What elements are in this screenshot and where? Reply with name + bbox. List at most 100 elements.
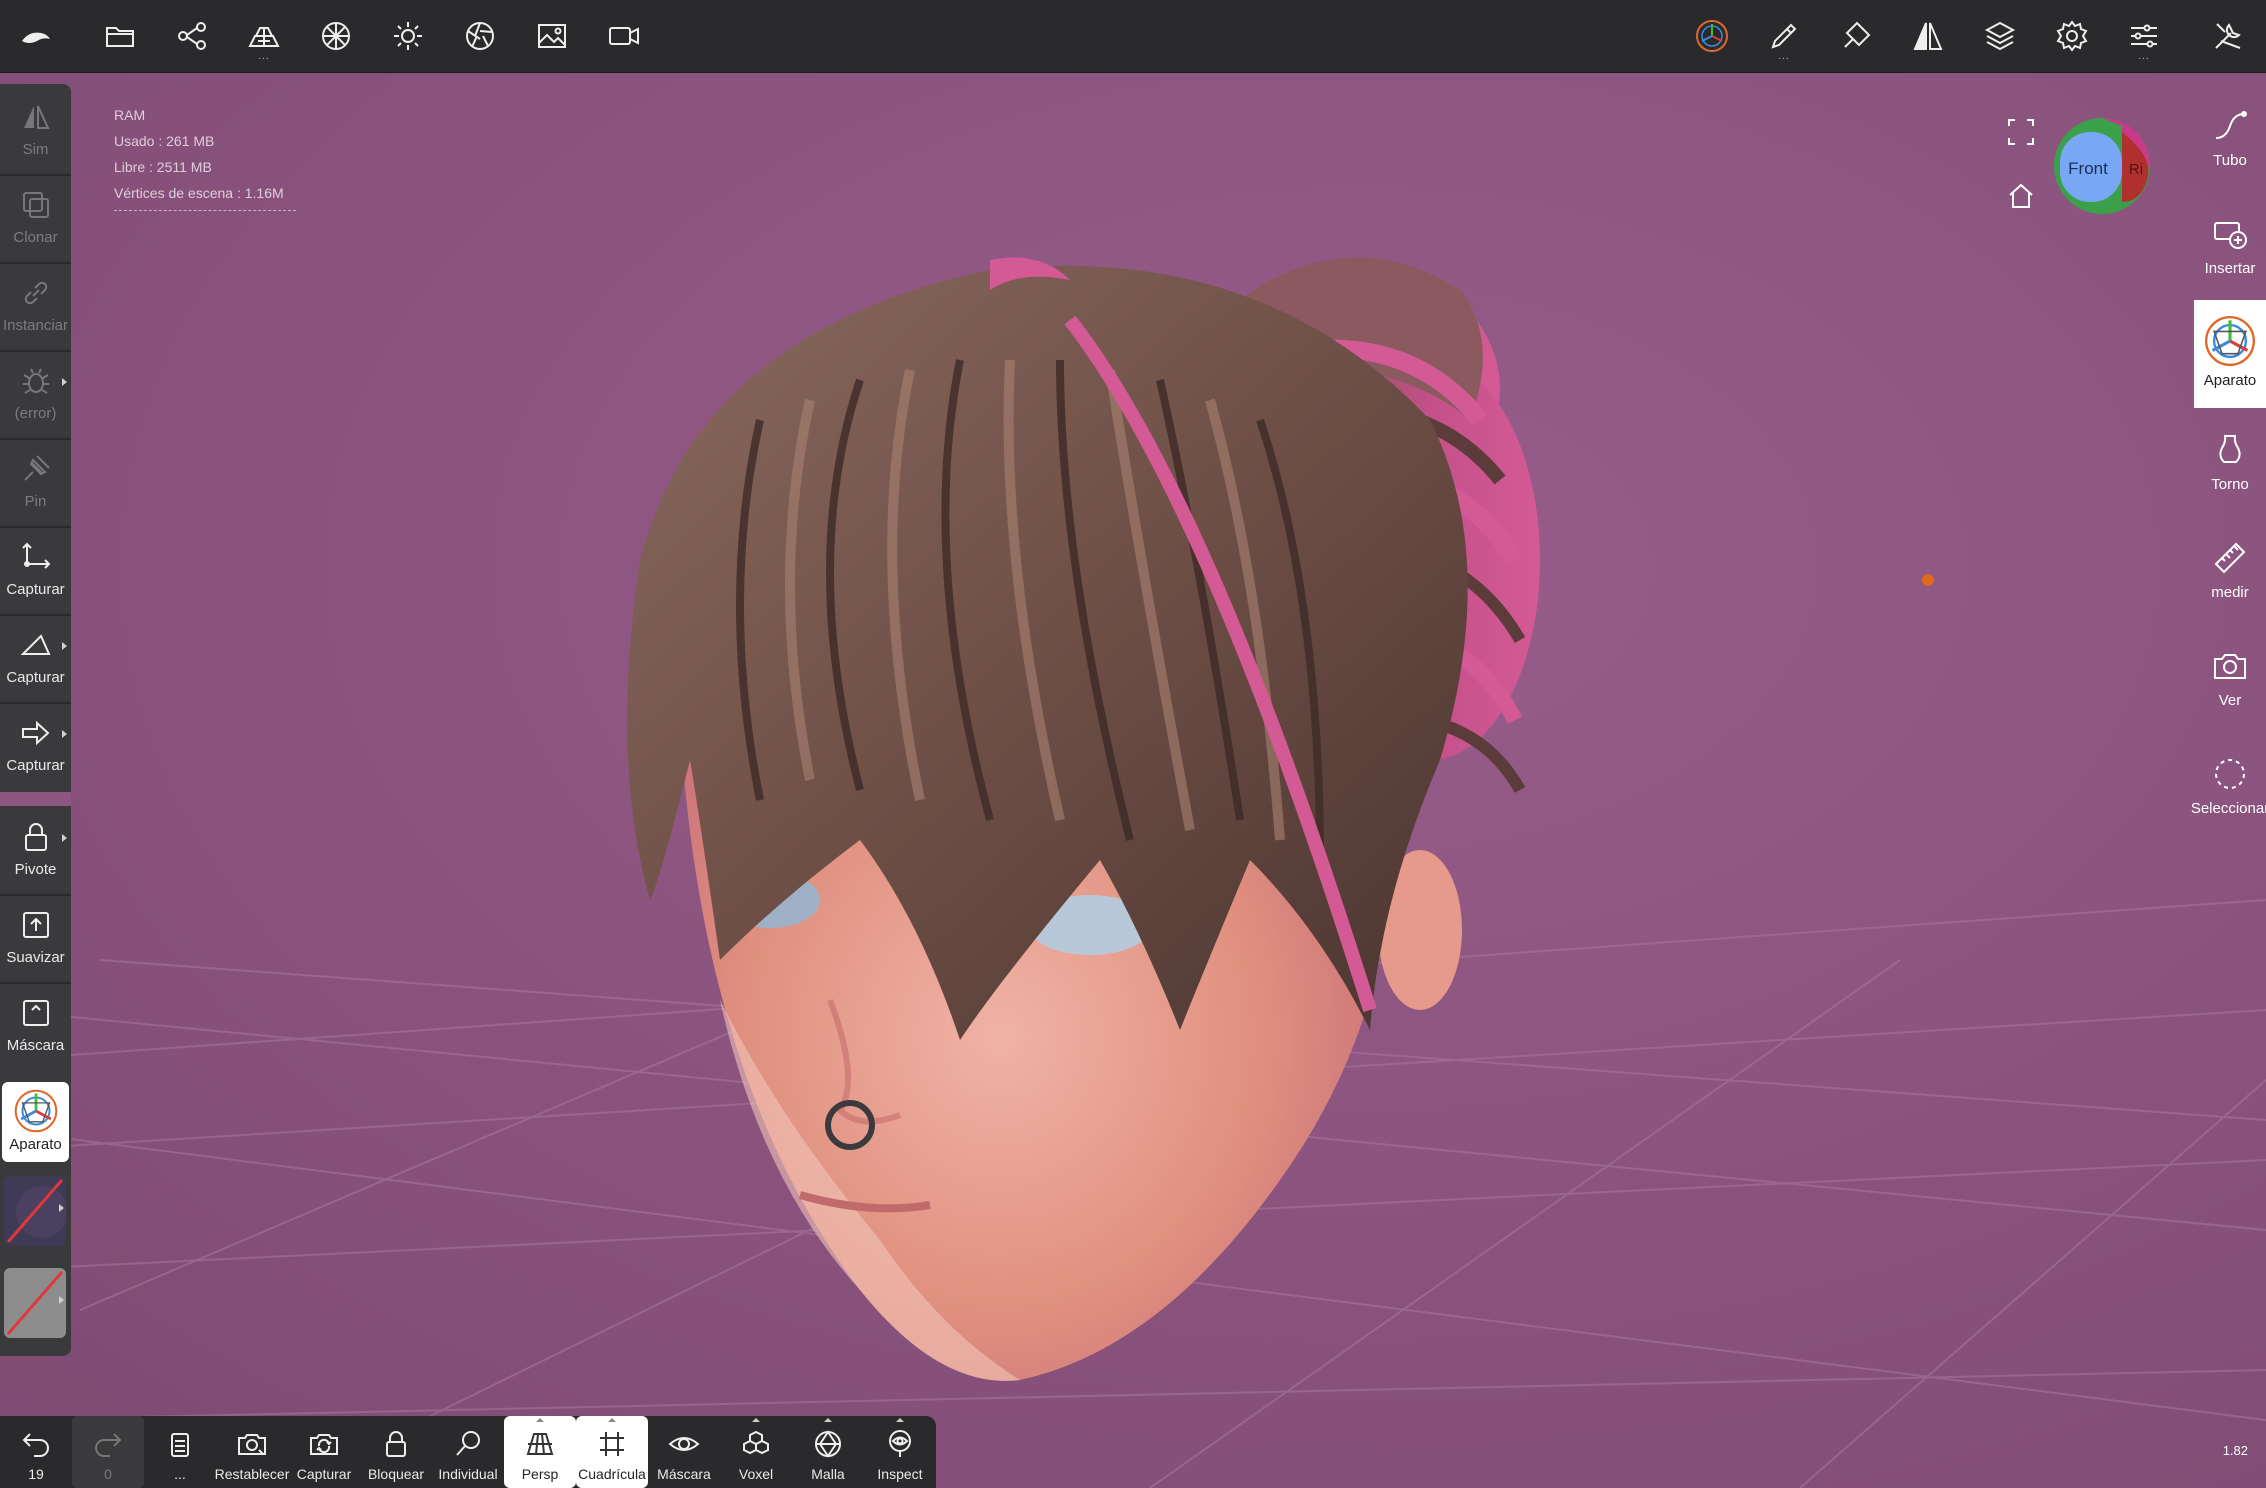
tool-mascara-label: Máscara — [6, 1037, 65, 1054]
tool-torno-label: Torno — [2211, 476, 2249, 493]
pivot-dot — [1922, 574, 1934, 586]
layers-stack-icon[interactable]: ... — [240, 12, 288, 62]
tool-capturar-triangle[interactable]: Capturar — [0, 616, 71, 702]
scene-doc-button[interactable]: ... — [144, 1416, 216, 1488]
tool-seleccionar-label: Seleccionar — [2190, 800, 2266, 817]
tool-tubo-label: Tubo — [2213, 152, 2247, 169]
chevron-right-icon — [59, 1204, 64, 1212]
stats-divider — [114, 210, 296, 211]
tool-seleccionar[interactable]: Seleccionar — [2190, 732, 2266, 832]
tool-aparato-right-label: Aparato — [2203, 372, 2257, 389]
tool-instanciar[interactable]: Instanciar — [0, 264, 71, 350]
tool-capturar-arrow[interactable]: Capturar — [0, 704, 71, 790]
ram-heading: RAM — [114, 107, 146, 123]
brush-icon[interactable]: ... — [1760, 12, 1808, 62]
tool-instanciar-label: Instanciar — [2, 317, 69, 334]
tool-clonar-label: Clonar — [13, 229, 58, 246]
view-cube[interactable]: Front Ri — [2052, 116, 2152, 216]
right-toolbar: Tubo Insertar Aparato Torno medir Ver Se… — [2190, 84, 2266, 854]
tool-mascara[interactable]: Máscara — [0, 984, 71, 1070]
image-icon[interactable] — [528, 12, 576, 60]
tool-pivote[interactable]: Pivote — [0, 808, 71, 894]
chevron-right-icon — [62, 378, 67, 386]
tool-ver[interactable]: Ver — [2194, 624, 2266, 724]
mask-visibility-button[interactable]: Máscara — [648, 1416, 720, 1488]
undo-count: 19 — [28, 1466, 44, 1482]
sculpt-scene — [0, 72, 2266, 1488]
individual-label: Individual — [438, 1466, 498, 1482]
voxel-label: Voxel — [738, 1466, 774, 1482]
redo-button[interactable]: 0 — [72, 1416, 144, 1488]
sun-icon[interactable] — [384, 12, 432, 60]
tool-capturar-axis-label: Capturar — [6, 581, 65, 598]
home-view-icon[interactable] — [2005, 180, 2037, 212]
chevron-right-icon — [62, 642, 67, 650]
fullscreen-icon[interactable] — [2005, 116, 2037, 148]
tool-error[interactable]: (error) — [0, 352, 71, 438]
left-toolbar: Sim Clonar Instanciar (error) Pin Captur… — [0, 84, 71, 1356]
tool-aparato-label: Aparato — [9, 1136, 62, 1153]
layers-icon[interactable] — [1976, 12, 2024, 60]
tool-ver-label: Ver — [2218, 692, 2242, 709]
ram-free: Libre : 2511 MB — [114, 159, 212, 175]
tool-capturar-arrow-label: Capturar — [6, 757, 65, 774]
tool-sim[interactable]: Sim — [0, 88, 71, 174]
capture-label: Capturar — [296, 1466, 352, 1482]
caret-up-icon — [752, 1418, 760, 1422]
mask-visibility-label: Máscara — [657, 1466, 711, 1482]
tool-pin[interactable]: Pin — [0, 440, 71, 526]
undo-button[interactable]: 19 — [0, 1416, 72, 1488]
material-sphere-icon[interactable] — [312, 12, 360, 60]
grid-label: Cuadrícula — [578, 1466, 646, 1482]
tool-medir[interactable]: medir — [2194, 516, 2266, 616]
perspective-label: Persp — [521, 1466, 559, 1482]
view-cube-right-label: Ri — [2129, 161, 2143, 178]
symmetry-icon[interactable] — [1904, 12, 1952, 60]
individual-button[interactable]: Individual — [432, 1416, 504, 1488]
tool-tubo[interactable]: Tubo — [2194, 84, 2266, 184]
caret-up-icon — [536, 1418, 544, 1422]
scene-vertices: Vértices de escena : 1.16M — [114, 185, 284, 201]
grid-toggle[interactable]: Cuadrícula — [576, 1416, 648, 1488]
voxel-button[interactable]: Voxel — [720, 1416, 792, 1488]
settings-icon[interactable] — [2048, 12, 2096, 60]
scene-doc-label: ... — [174, 1466, 186, 1482]
gizmo-icon[interactable] — [1688, 12, 1736, 60]
lock-label: Bloquear — [367, 1466, 425, 1482]
reset-camera-button[interactable]: Restablecer — [215, 1416, 289, 1488]
tool-aparato-right[interactable]: Aparato — [2194, 300, 2266, 408]
tool-insertar-label: Insertar — [2204, 260, 2256, 277]
view-cube-front-label: Front — [2068, 159, 2108, 178]
lock-button[interactable]: Bloquear — [360, 1416, 432, 1488]
redo-count: 0 — [104, 1466, 112, 1482]
scene-graph-icon[interactable] — [168, 12, 216, 60]
tool-insertar[interactable]: Insertar — [2194, 192, 2266, 292]
perspective-toggle[interactable]: Persp — [504, 1416, 576, 1488]
folder-icon[interactable] — [96, 12, 144, 60]
tool-suavizar[interactable]: Suavizar — [0, 896, 71, 982]
tool-pin-label: Pin — [24, 493, 47, 510]
inspect-label: Inspect — [877, 1466, 923, 1482]
caret-up-icon — [608, 1418, 616, 1422]
tool-medir-label: medir — [2211, 584, 2249, 601]
tool-aparato[interactable]: Aparato — [2, 1082, 69, 1162]
tool-torno[interactable]: Torno — [2194, 408, 2266, 508]
sliders-icon[interactable]: ... — [2120, 12, 2168, 62]
texture-swatch[interactable] — [4, 1268, 66, 1338]
material-swatch[interactable] — [4, 1176, 66, 1246]
tools-icon[interactable] — [2204, 12, 2252, 60]
inspect-button[interactable]: Inspect — [864, 1416, 936, 1488]
capture-button[interactable]: Capturar — [288, 1416, 360, 1488]
mesh-button[interactable]: Malla — [792, 1416, 864, 1488]
aperture-icon[interactable] — [456, 12, 504, 60]
viewport-3d[interactable] — [0, 72, 2266, 1488]
camera-icon[interactable] — [600, 12, 648, 60]
painter-icon[interactable] — [1832, 12, 1880, 60]
zoom-level: 1.82 — [2222, 1443, 2248, 1458]
tool-capturar-triangle-label: Capturar — [6, 669, 65, 686]
caret-up-icon — [896, 1418, 904, 1422]
app-logo-icon[interactable] — [12, 12, 60, 60]
tool-capturar-axis[interactable]: Capturar — [0, 528, 71, 614]
chevron-right-icon — [62, 834, 67, 842]
tool-clonar[interactable]: Clonar — [0, 176, 71, 262]
